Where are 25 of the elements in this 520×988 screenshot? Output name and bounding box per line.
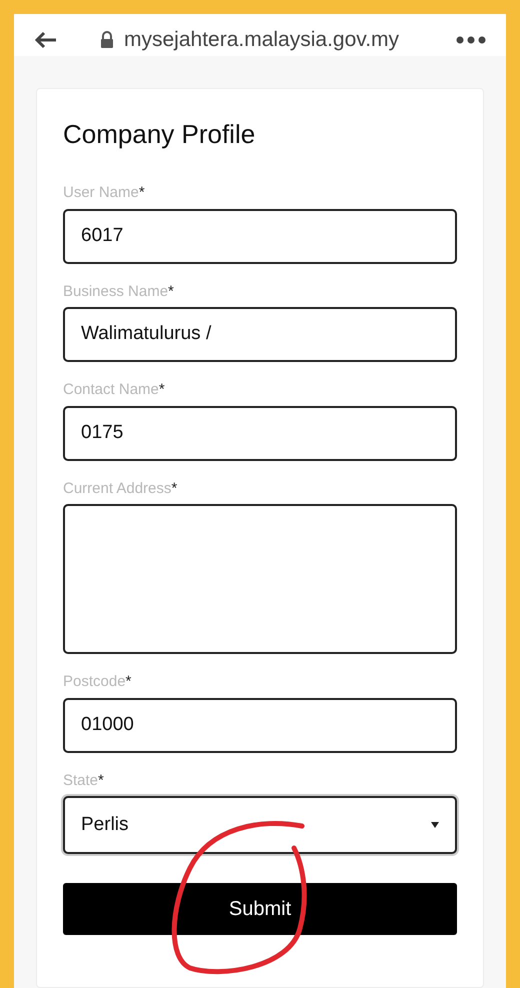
field-label: State — [63, 770, 98, 790]
required-mark: * — [98, 770, 104, 790]
field-label: Contact Name — [63, 380, 159, 400]
required-mark: * — [158, 380, 165, 400]
more-icon[interactable] — [456, 36, 486, 44]
address-field[interactable] — [63, 504, 457, 654]
form-title: Company Profile — [63, 118, 256, 151]
lock-icon — [100, 31, 114, 48]
back-icon[interactable] — [34, 30, 58, 49]
field-label: User Name — [63, 183, 139, 203]
submit-button[interactable]: Submit — [63, 883, 457, 935]
text-field[interactable]: 01000 — [63, 698, 457, 752]
caret-icon — [431, 822, 439, 828]
field-label: Current Address — [63, 478, 172, 498]
text-field[interactable]: Walimatulurus / — [63, 307, 457, 362]
url-text[interactable]: mysejahtera.malaysia.gov.my — [124, 24, 400, 56]
field-label: Postcode — [63, 672, 126, 692]
text-field[interactable]: 6017 — [63, 208, 457, 264]
text-field[interactable]: 0175 — [63, 406, 457, 460]
state-dropdown[interactable]: Perlis — [63, 796, 457, 854]
field-label: Business Name — [63, 282, 168, 302]
required-mark: * — [138, 183, 145, 203]
required-mark: * — [171, 478, 178, 498]
required-mark: * — [168, 282, 174, 302]
required-mark: * — [126, 672, 132, 692]
